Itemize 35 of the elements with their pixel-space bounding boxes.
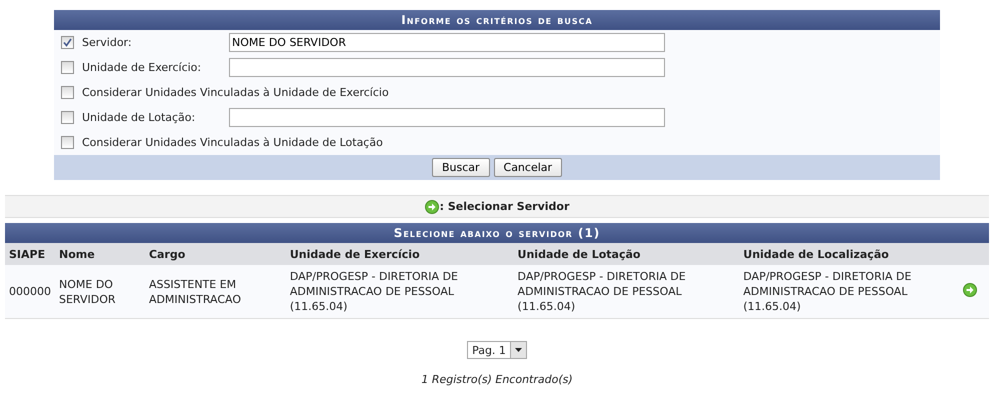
input-field[interactable] (229, 58, 665, 77)
checkbox[interactable] (61, 61, 74, 74)
input-field[interactable]: NOME DO SERVIDOR (229, 33, 665, 52)
checkbox[interactable] (61, 36, 74, 49)
column-header: Cargo (144, 243, 286, 265)
table-cell: NOME DO SERVIDOR (55, 265, 145, 318)
checkbox[interactable] (61, 111, 74, 124)
arrow-right-icon[interactable] (424, 200, 439, 214)
arrow-right-icon[interactable] (962, 282, 977, 296)
option-label: Considerar Unidades Vinculadas à Unidade de Lotação (82, 136, 383, 149)
field-label: Unidade de Lotação: (82, 111, 196, 124)
checkbox[interactable] (61, 86, 74, 99)
table-cell: DAP/PROGESP - DIRETORIA DE ADMINISTRACAO DE PESSOAL (11.65.04) (514, 265, 740, 318)
table-title: Selecione abaixo o servidor (1) (5, 223, 989, 243)
field-label: Servidor: (82, 36, 133, 49)
page-select[interactable]: Pag. 1 (467, 341, 527, 359)
panel-title: Informe os critérios de busca (54, 10, 940, 30)
table-cell: 000000 (5, 265, 55, 318)
column-header: Nome (55, 243, 145, 265)
column-header: Unidade de Exercício (286, 243, 514, 265)
results-count: 1 Registro(s) Encontrado(s) (421, 373, 573, 386)
legend-text: : Selecionar Servidor (440, 200, 570, 213)
input-field[interactable] (229, 108, 665, 127)
search-button[interactable]: Buscar (432, 158, 490, 177)
column-header: Unidade de Localização (739, 243, 959, 265)
table-cell: DAP/PROGESP - DIRETORIA DE ADMINISTRACAO DE PESSOAL (11.65.04) (286, 265, 514, 318)
field-label: Unidade de Exercício: (82, 61, 202, 74)
column-header: SIAPE (5, 243, 55, 265)
caret-down-icon[interactable] (514, 348, 522, 352)
table-cell: ASSISTENTE EM ADMINISTRACAO (144, 265, 286, 318)
cancel-button[interactable]: Cancelar (494, 158, 562, 177)
option-label: Considerar Unidades Vinculadas à Unidade de Exercício (82, 86, 389, 99)
checkbox[interactable] (61, 136, 74, 149)
table-cell: DAP/PROGESP - DIRETORIA DE ADMINISTRACAO DE PESSOAL (11.65.04) (739, 265, 959, 318)
column-header: Unidade de Lotação (514, 243, 740, 265)
